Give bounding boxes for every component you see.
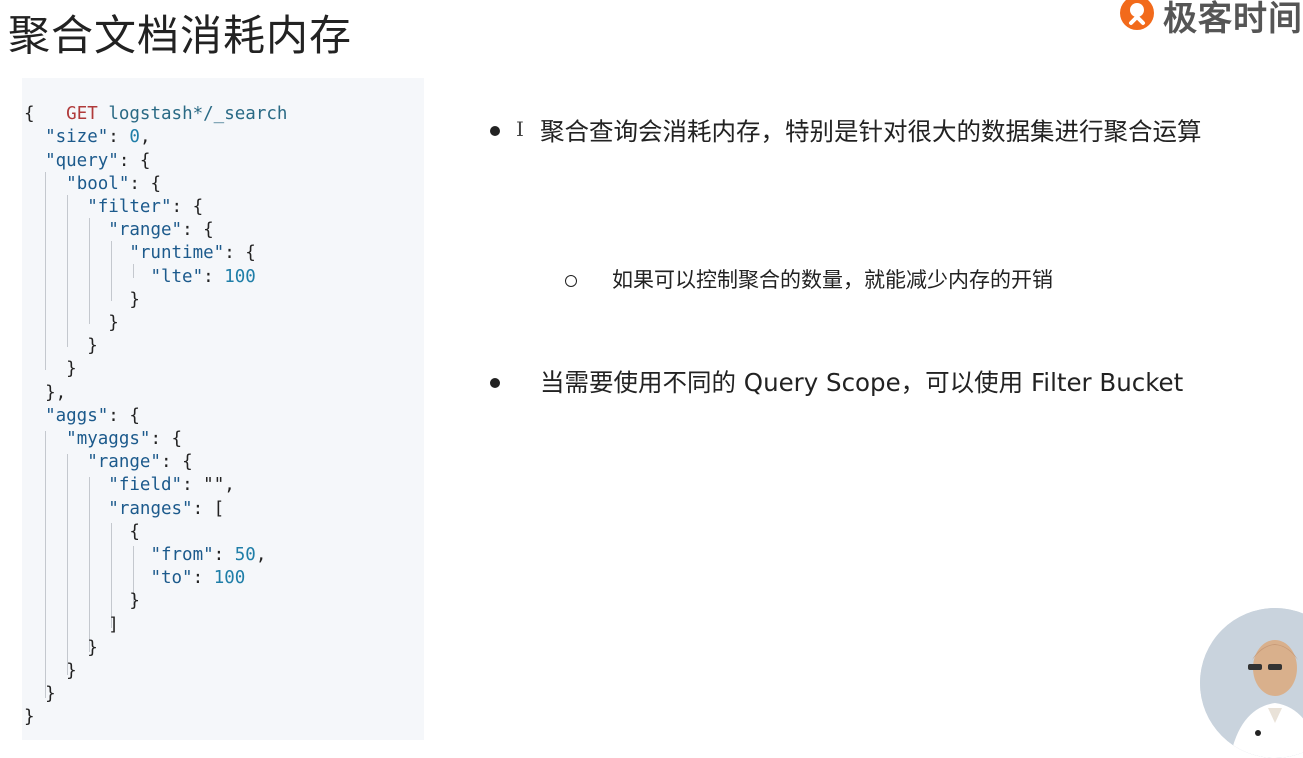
code-line: "bool": { bbox=[66, 173, 161, 194]
bullet-text-2: 当需要使用不同的 Query Scope，可以使用 Filter Bucket bbox=[540, 368, 1184, 397]
geektime-logo-icon bbox=[1120, 0, 1154, 30]
bullet-dot-2 bbox=[490, 378, 500, 388]
code-line: "from": 50, bbox=[150, 545, 267, 565]
code-line: "field": "", bbox=[108, 475, 235, 496]
code-line: { bbox=[24, 521, 140, 542]
code-line: } bbox=[24, 336, 98, 357]
code-line: }, bbox=[24, 382, 67, 403]
code-line: "filter": { bbox=[87, 197, 204, 217]
slide-title: 聚合文档消耗内存 bbox=[8, 11, 353, 60]
bullet-dot-1 bbox=[490, 126, 500, 136]
text-cursor-icon: I bbox=[516, 117, 524, 141]
code-line: } bbox=[24, 707, 35, 728]
code-line: } bbox=[24, 359, 77, 380]
code-line: "runtime": { bbox=[129, 243, 256, 264]
code-line: } bbox=[24, 637, 98, 658]
code-line: "query": { bbox=[45, 150, 151, 171]
code-line: } bbox=[24, 661, 77, 681]
code-line: { bbox=[24, 104, 35, 125]
code-panel: GET logstash*/_search { "size": 0, "quer… bbox=[22, 78, 424, 740]
code-line: "to": 100 bbox=[150, 568, 246, 589]
sub-bullet-circle-icon bbox=[565, 275, 577, 287]
code-request-method: GET bbox=[66, 104, 98, 124]
code-line: } bbox=[24, 313, 119, 333]
code-line: ] bbox=[24, 614, 119, 635]
code-line: "range": { bbox=[108, 220, 214, 241]
code-line: "size": 0, bbox=[45, 127, 151, 148]
code-line: "lte": 100 bbox=[150, 266, 256, 287]
code-line: "aggs": { bbox=[45, 405, 140, 426]
code-request-line: GET logstash*/_search bbox=[24, 80, 287, 124]
bullet-text-1: 聚合查询会消耗内存，特别是针对很大的数据集进行聚合运算 bbox=[540, 117, 1202, 146]
code-request-path: logstash*/_search bbox=[108, 104, 288, 124]
code-line: } bbox=[24, 289, 140, 310]
code-line: "range": { bbox=[87, 452, 193, 473]
code-line: "myaggs": { bbox=[66, 429, 183, 449]
code-line: "ranges": [ bbox=[108, 498, 225, 519]
sub-bullet-text-1: 如果可以控制聚合的数量，就能减少内存的开销 bbox=[612, 268, 1053, 292]
logo: 极客时间 bbox=[1117, 0, 1303, 39]
code-line: } bbox=[24, 591, 140, 612]
logo-text: 极客时间 bbox=[1163, 0, 1303, 39]
code-line: } bbox=[24, 684, 56, 705]
presenter-silhouette-icon bbox=[1200, 608, 1303, 758]
presenter-video-thumbnail bbox=[1200, 608, 1303, 758]
